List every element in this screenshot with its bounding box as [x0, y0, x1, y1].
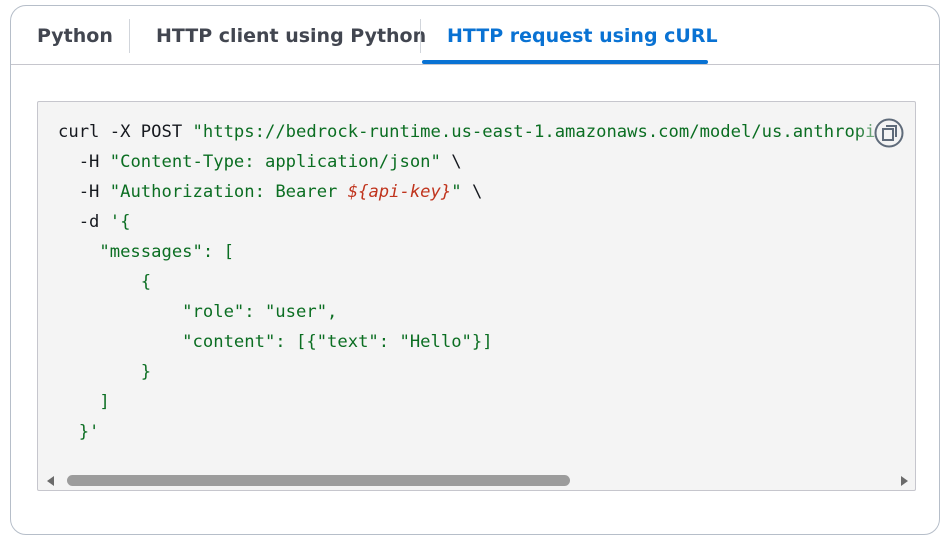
tab-bar: Python HTTP client using Python HTTP req…	[11, 6, 939, 65]
code-string: "role": "user",	[58, 302, 338, 322]
code-string: "	[451, 182, 462, 202]
code-token: curl -X POST	[58, 122, 193, 142]
copy-icon	[874, 118, 904, 148]
code-viewport[interactable]: curl -X POST "https://bedrock-runtime.us…	[58, 117, 914, 472]
code-string: "https://bedrock-runtime.us-east-1.amazo…	[192, 122, 886, 142]
code-string: }	[58, 362, 152, 382]
tab-divider	[420, 19, 421, 53]
code-token: \	[440, 152, 462, 172]
tab-http-request-curl[interactable]: HTTP request using cURL	[447, 6, 718, 65]
code-string: '{	[109, 212, 131, 232]
code-string: }'	[58, 422, 100, 442]
code-token: \	[461, 182, 483, 202]
code-string: "content": [{"text": "Hello"}]	[58, 332, 493, 352]
code-variable: ${api-key}	[347, 182, 452, 202]
tab-http-client-python[interactable]: HTTP client using Python	[156, 6, 426, 65]
code-text: curl -X POST "https://bedrock-runtime.us…	[58, 117, 914, 447]
scrollbar-thumb[interactable]	[67, 475, 570, 486]
scroll-right-arrow-icon[interactable]	[901, 476, 908, 486]
code-example-container: Python HTTP client using Python HTTP req…	[10, 5, 940, 535]
code-token: -d	[58, 212, 110, 232]
code-token: -H	[58, 182, 110, 202]
copy-button[interactable]	[874, 118, 904, 148]
code-string: {	[58, 272, 152, 292]
tab-python[interactable]: Python	[37, 6, 113, 65]
code-string: "messages": [	[58, 242, 234, 262]
horizontal-scrollbar[interactable]	[38, 472, 915, 490]
code-string: ]	[58, 392, 110, 412]
tab-divider	[129, 19, 130, 53]
active-tab-indicator	[422, 60, 708, 64]
scroll-left-arrow-icon[interactable]	[47, 476, 54, 486]
code-block: curl -X POST "https://bedrock-runtime.us…	[37, 101, 916, 491]
code-string: "Content-Type: application/json"	[109, 152, 441, 172]
code-token: -H	[58, 152, 110, 172]
code-string: "Authorization: Bearer	[109, 182, 348, 202]
